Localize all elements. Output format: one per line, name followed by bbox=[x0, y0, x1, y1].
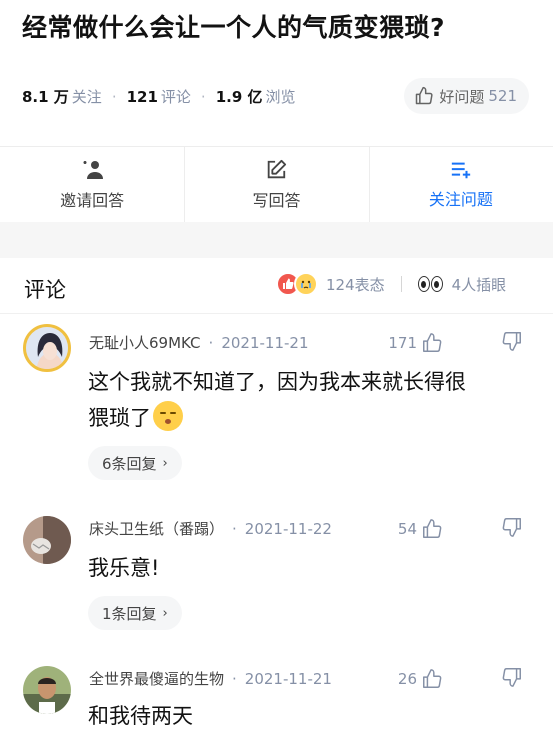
comment-like-button[interactable]: 26 bbox=[398, 668, 443, 690]
question-stats: 8.1 万 关注 · 121 评论 · 1.9 亿 浏览 bbox=[22, 86, 296, 107]
edit-icon bbox=[268, 159, 287, 178]
chevron-right-icon: › bbox=[162, 605, 168, 621]
invite-answer-button[interactable]: 邀请回答 bbox=[0, 147, 184, 222]
good-question-button[interactable]: 好问题 521 bbox=[404, 78, 529, 114]
thumbs-down-icon bbox=[502, 332, 521, 351]
comments-header: 评论 124表态 4人插眼 bbox=[0, 258, 553, 314]
section-divider bbox=[0, 222, 553, 258]
question-title[interactable]: 经常做什么会让一个人的气质变猥琐? bbox=[22, 8, 445, 44]
comment-meta: 床头卫生纸（番蹋） · 2021-11-22 bbox=[89, 518, 332, 539]
comment-text: 我乐意! bbox=[88, 556, 160, 580]
follow-question-button[interactable]: 关注问题 bbox=[368, 147, 553, 222]
good-question-label: 好问题 bbox=[439, 87, 485, 106]
divider bbox=[400, 276, 402, 292]
write-answer-button[interactable]: 写回答 bbox=[184, 147, 368, 222]
comment-text-line: 这个我就不知道了，因为我本来就长得很 bbox=[88, 370, 466, 394]
views-label: 浏览 bbox=[265, 88, 296, 106]
followers-label: 关注 bbox=[71, 88, 102, 106]
comments-count: 121 bbox=[126, 87, 158, 106]
chevron-right-icon: › bbox=[162, 455, 168, 471]
comment-date: 2021-11-22 bbox=[244, 519, 332, 538]
comment-meta: 全世界最傻逼的生物 · 2021-11-21 bbox=[89, 668, 332, 689]
separator-dot: · bbox=[111, 87, 117, 106]
comment-like-button[interactable]: 171 bbox=[388, 332, 443, 354]
view-replies-button[interactable]: 6条回复 › bbox=[88, 446, 182, 480]
comment-author[interactable]: 全世界最傻逼的生物 bbox=[89, 668, 224, 689]
avatar[interactable] bbox=[23, 324, 71, 372]
good-question-count: 521 bbox=[488, 87, 517, 105]
separator-dot: · bbox=[232, 519, 237, 538]
comment-text: 这个我就不知道了，因为我本来就长得很 猥琐了 bbox=[88, 364, 533, 436]
comment-like-count: 54 bbox=[397, 520, 417, 538]
comment-like-count: 26 bbox=[397, 670, 417, 688]
comment-dislike-button[interactable] bbox=[501, 516, 523, 542]
avatar[interactable] bbox=[23, 666, 71, 714]
comment-dislike-button[interactable] bbox=[501, 666, 523, 692]
eyes-icon bbox=[417, 276, 444, 292]
comments-title: 评论 bbox=[24, 278, 66, 302]
comment-author[interactable]: 无耻小人69MKC bbox=[89, 332, 201, 353]
comment-meta: 无耻小人69MKC · 2021-11-21 bbox=[89, 332, 309, 353]
list-add-icon bbox=[451, 162, 470, 178]
replies-count: 6条回复 bbox=[102, 454, 157, 473]
comment-date: 2021-11-21 bbox=[221, 333, 309, 352]
comments-label[interactable]: 评论 bbox=[161, 86, 191, 107]
comment-text-line: 猥琐了 bbox=[88, 400, 533, 436]
comment-like-count: 171 bbox=[388, 334, 417, 352]
separator-dot: · bbox=[232, 669, 237, 688]
comment-like-button[interactable]: 54 bbox=[398, 518, 443, 540]
followers-count: 8.1 万 bbox=[22, 88, 69, 106]
reactions-count: 124表态 bbox=[326, 275, 385, 294]
replies-count: 1条回复 bbox=[102, 604, 157, 623]
action-bar: 邀请回答 写回答 关注问题 bbox=[0, 146, 553, 222]
question-header: 经常做什么会让一个人的气质变猥琐? 8.1 万 关注 · 121 评论 · 1.… bbox=[0, 0, 553, 146]
views-count: 1.9 亿 bbox=[215, 88, 263, 106]
thumbs-down-icon bbox=[502, 518, 521, 537]
write-answer-label: 写回答 bbox=[252, 190, 301, 210]
view-replies-button[interactable]: 1条回复 › bbox=[88, 596, 182, 630]
comment-text-line: 猥琐了 bbox=[88, 406, 151, 430]
thumbs-down-icon bbox=[502, 668, 521, 687]
separator-dot: · bbox=[208, 333, 214, 352]
separator-dot: · bbox=[200, 87, 206, 106]
crying-face-icon bbox=[294, 272, 318, 296]
follow-question-label: 关注问题 bbox=[428, 189, 493, 209]
thumbs-up-icon bbox=[423, 333, 442, 352]
watchers-count: 4人插眼 bbox=[451, 275, 507, 294]
avatar[interactable] bbox=[23, 516, 71, 564]
thumbs-up-icon bbox=[423, 519, 442, 538]
shy-face-emoji-icon bbox=[153, 401, 183, 431]
comment-text: 和我待两天 bbox=[88, 704, 193, 728]
thumbs-up-icon bbox=[416, 86, 433, 105]
add-user-icon bbox=[83, 160, 104, 179]
thumbs-up-icon bbox=[423, 669, 442, 688]
comment-author[interactable]: 床头卫生纸（番蹋） bbox=[89, 518, 224, 539]
comment-date: 2021-11-21 bbox=[244, 669, 332, 688]
reactions-summary[interactable]: 124表态 4人插眼 bbox=[276, 272, 506, 296]
comment-dislike-button[interactable] bbox=[501, 330, 523, 356]
invite-answer-label: 邀请回答 bbox=[60, 190, 125, 210]
